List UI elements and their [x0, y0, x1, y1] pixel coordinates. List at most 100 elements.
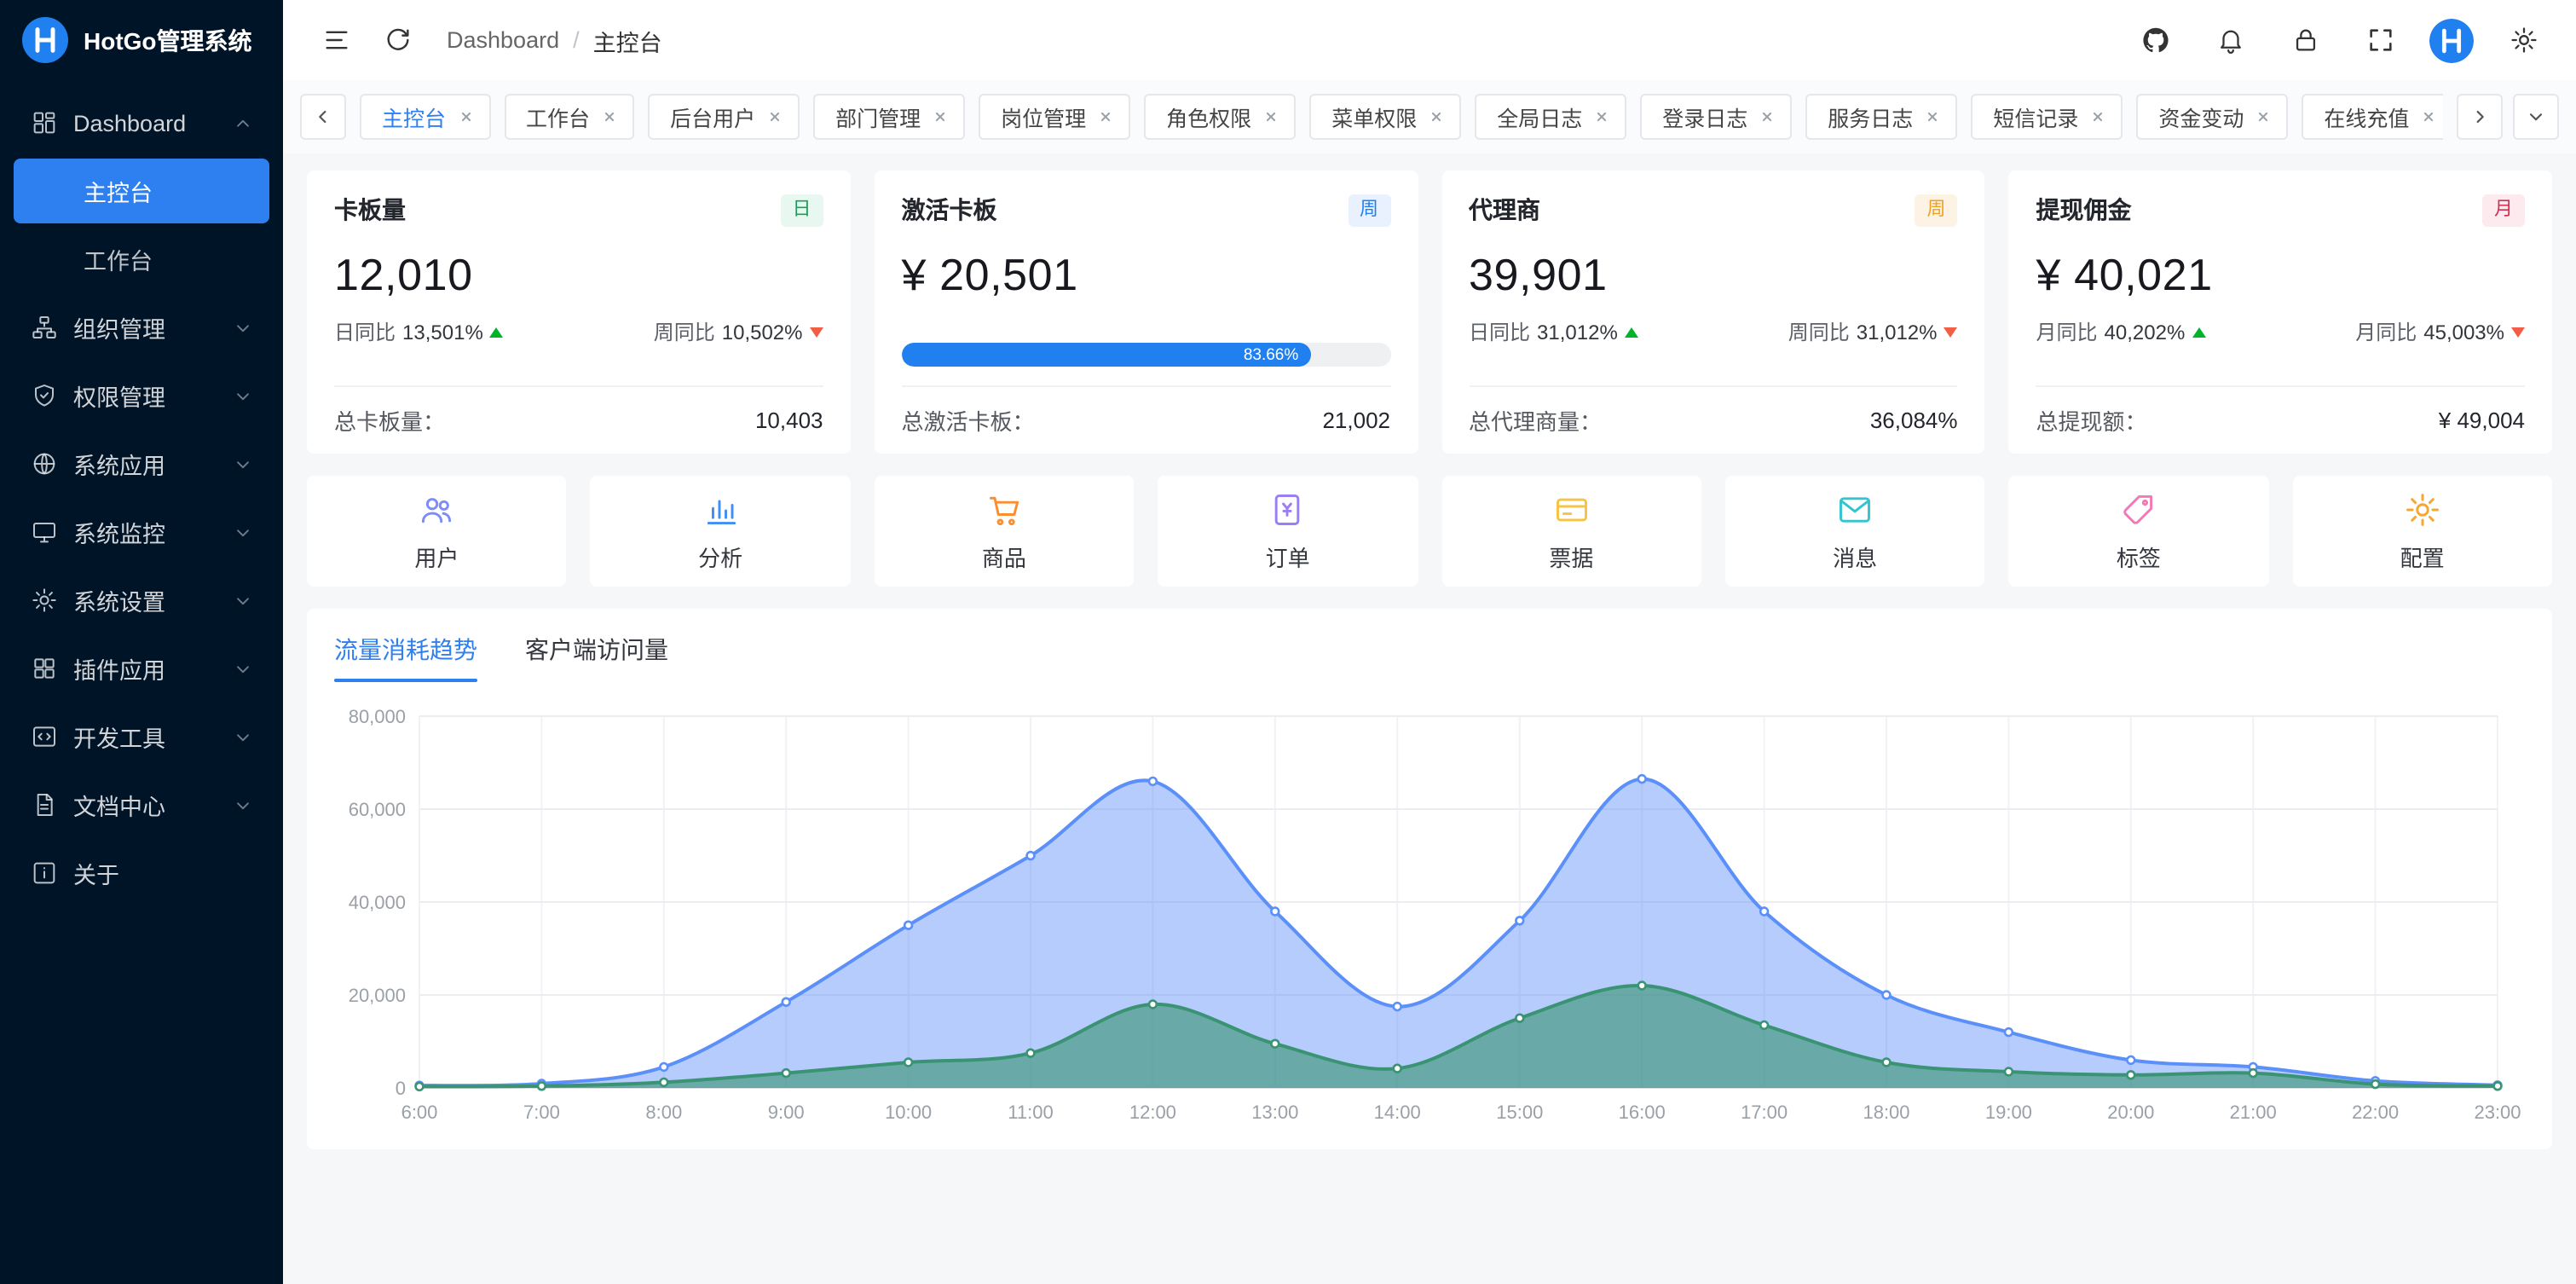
tab-close-icon[interactable] — [933, 109, 948, 124]
sidebar-item-apps[interactable]: 系统应用 — [14, 431, 269, 496]
apps-icon — [31, 450, 58, 477]
svg-text:20:00: 20:00 — [2107, 1102, 2154, 1123]
footer-label: 总代理商量： — [1469, 404, 1602, 437]
quick-action-users[interactable]: 用户 — [307, 476, 567, 587]
quick-action-tag[interactable]: 标签 — [2009, 476, 2269, 587]
tab-close-icon[interactable] — [1429, 109, 1444, 124]
tab-item-11[interactable]: 资金变动 — [2136, 94, 2288, 140]
tab-item-2[interactable]: 后台用户 — [648, 94, 800, 140]
fullscreen-icon[interactable] — [2354, 14, 2406, 66]
tab-item-12[interactable]: 在线充值 — [2302, 94, 2443, 140]
tab-item-7[interactable]: 全局日志 — [1475, 94, 1626, 140]
sidebar-subitem-1[interactable]: 工作台 — [14, 227, 269, 292]
app-title: HotGo管理系统 — [84, 23, 252, 57]
sidebar-item-docs[interactable]: 文档中心 — [14, 772, 269, 837]
quick-action-chart[interactable]: 分析 — [591, 476, 851, 587]
tab-item-8[interactable]: 登录日志 — [1640, 94, 1792, 140]
svg-text:40,000: 40,000 — [349, 892, 406, 913]
sidebar-item-plugin[interactable]: 插件应用 — [14, 636, 269, 701]
sidebar-item-devtools[interactable]: 开发工具 — [14, 704, 269, 769]
stat-card-title: 代理商 — [1469, 193, 1540, 227]
svg-text:0: 0 — [396, 1078, 406, 1099]
chart-area: 020,00040,00060,00080,0006:007:008:009:0… — [334, 703, 2525, 1132]
sidebar-subitem-0[interactable]: 主控台 — [14, 159, 269, 223]
tabs-scroll-left-button[interactable] — [300, 94, 346, 140]
tab-item-4[interactable]: 岗位管理 — [979, 94, 1130, 140]
trend-down-icon — [810, 327, 823, 337]
quick-action-mail[interactable]: 消息 — [1725, 476, 1985, 587]
stat-card-footer: 总激活卡板：21,002 — [902, 385, 1391, 437]
quick-action-order[interactable]: 订单 — [1158, 476, 1418, 587]
svg-text:20,000: 20,000 — [349, 985, 406, 1006]
tab-item-10[interactable]: 短信记录 — [1971, 94, 2123, 140]
logo[interactable]: HotGo管理系统 — [0, 0, 283, 80]
monitor-icon — [31, 518, 58, 546]
tab-close-icon[interactable] — [767, 109, 783, 124]
tab-close-icon[interactable] — [602, 109, 617, 124]
tab-close-icon[interactable] — [2255, 109, 2271, 124]
tab-close-icon[interactable] — [1759, 109, 1775, 124]
stat-card-head: 激活卡板周 — [902, 193, 1391, 227]
tab-close-icon[interactable] — [1098, 109, 1113, 124]
tab-close-icon[interactable] — [1925, 109, 1940, 124]
sidebar-item-settings[interactable]: 系统设置 — [14, 568, 269, 633]
chart-tab-1[interactable]: 客户端访问量 — [525, 633, 668, 682]
footer-label: 总卡板量： — [334, 404, 445, 437]
svg-text:12:00: 12:00 — [1129, 1102, 1176, 1123]
stat-card-head: 提现佣金月 — [2036, 193, 2526, 227]
refresh-icon[interactable] — [372, 14, 423, 66]
stat-card-2: 代理商周39,901日同比31,012%周同比31,012%总代理商量：36,0… — [1441, 171, 1985, 454]
tab-item-1[interactable]: 工作台 — [504, 94, 634, 140]
chevron-down-icon — [234, 454, 252, 473]
tab-item-6[interactable]: 菜单权限 — [1309, 94, 1461, 140]
settings-gear-icon[interactable] — [2498, 14, 2549, 66]
stat-card-value: ¥ 40,021 — [2036, 249, 2526, 302]
github-icon[interactable] — [2129, 14, 2180, 66]
stat-card-title: 提现佣金 — [2036, 193, 2132, 227]
tab-close-icon[interactable] — [458, 109, 473, 124]
chart-tab-0[interactable]: 流量消耗趋势 — [334, 633, 477, 682]
quick-action-cart[interactable]: 商品 — [875, 476, 1135, 587]
sidebar-item-label: 系统设置 — [73, 583, 165, 617]
metric-label: 周同比 — [1788, 317, 1850, 346]
stat-card-footer: 总提现额：¥ 49,004 — [2036, 385, 2526, 437]
tab-item-3[interactable]: 部门管理 — [813, 94, 965, 140]
svg-text:13:00: 13:00 — [1251, 1102, 1298, 1123]
tab-close-icon[interactable] — [1594, 109, 1609, 124]
tab-close-icon[interactable] — [2421, 109, 2436, 124]
tab-close-icon[interactable] — [1263, 109, 1279, 124]
metric-value: 45,003% — [2423, 320, 2504, 344]
sidebar-collapse-icon[interactable] — [310, 14, 361, 66]
quick-action-label: 消息 — [1833, 540, 1877, 572]
tab-item-0[interactable]: 主控台 — [360, 94, 490, 140]
breadcrumb-root[interactable]: Dashboard — [447, 27, 559, 53]
tabs-dropdown-button[interactable] — [2513, 94, 2559, 140]
sidebar-item-auth[interactable]: 权限管理 — [14, 363, 269, 428]
quick-action-config[interactable]: 配置 — [2292, 476, 2552, 587]
sidebar-item-org[interactable]: 组织管理 — [14, 295, 269, 360]
tab-close-icon[interactable] — [2090, 109, 2105, 124]
quick-action-ticket[interactable]: 票据 — [1441, 476, 1701, 587]
sidebar-item-monitor[interactable]: 系统监控 — [14, 500, 269, 564]
trend-up-icon — [2192, 327, 2205, 337]
svg-text:22:00: 22:00 — [2352, 1102, 2399, 1123]
footer-value: ¥ 49,004 — [2439, 408, 2525, 433]
avatar[interactable] — [2429, 18, 2474, 62]
tabs-scroll-right-button[interactable] — [2457, 94, 2503, 140]
notification-bell-icon[interactable] — [2204, 14, 2255, 66]
stat-card-head: 代理商周 — [1469, 193, 1958, 227]
svg-text:21:00: 21:00 — [2230, 1102, 2277, 1123]
tab-item-9[interactable]: 服务日志 — [1805, 94, 1957, 140]
lock-screen-icon[interactable] — [2279, 14, 2331, 66]
period-badge: 日 — [781, 194, 823, 226]
metric-value: 31,012% — [1857, 320, 1938, 344]
sidebar-item-about[interactable]: 关于 — [14, 841, 269, 905]
sidebar-item-dashboard[interactable]: Dashboard — [14, 90, 269, 155]
quick-action-label: 配置 — [2400, 540, 2445, 572]
sidebar-subitem-label: 主控台 — [84, 174, 153, 208]
svg-text:60,000: 60,000 — [349, 799, 406, 820]
tab-label: 短信记录 — [1993, 101, 2078, 133]
tab-item-5[interactable]: 角色权限 — [1144, 94, 1296, 140]
quick-action-label: 票据 — [1549, 540, 1593, 572]
tab-label: 全局日志 — [1497, 101, 1582, 133]
